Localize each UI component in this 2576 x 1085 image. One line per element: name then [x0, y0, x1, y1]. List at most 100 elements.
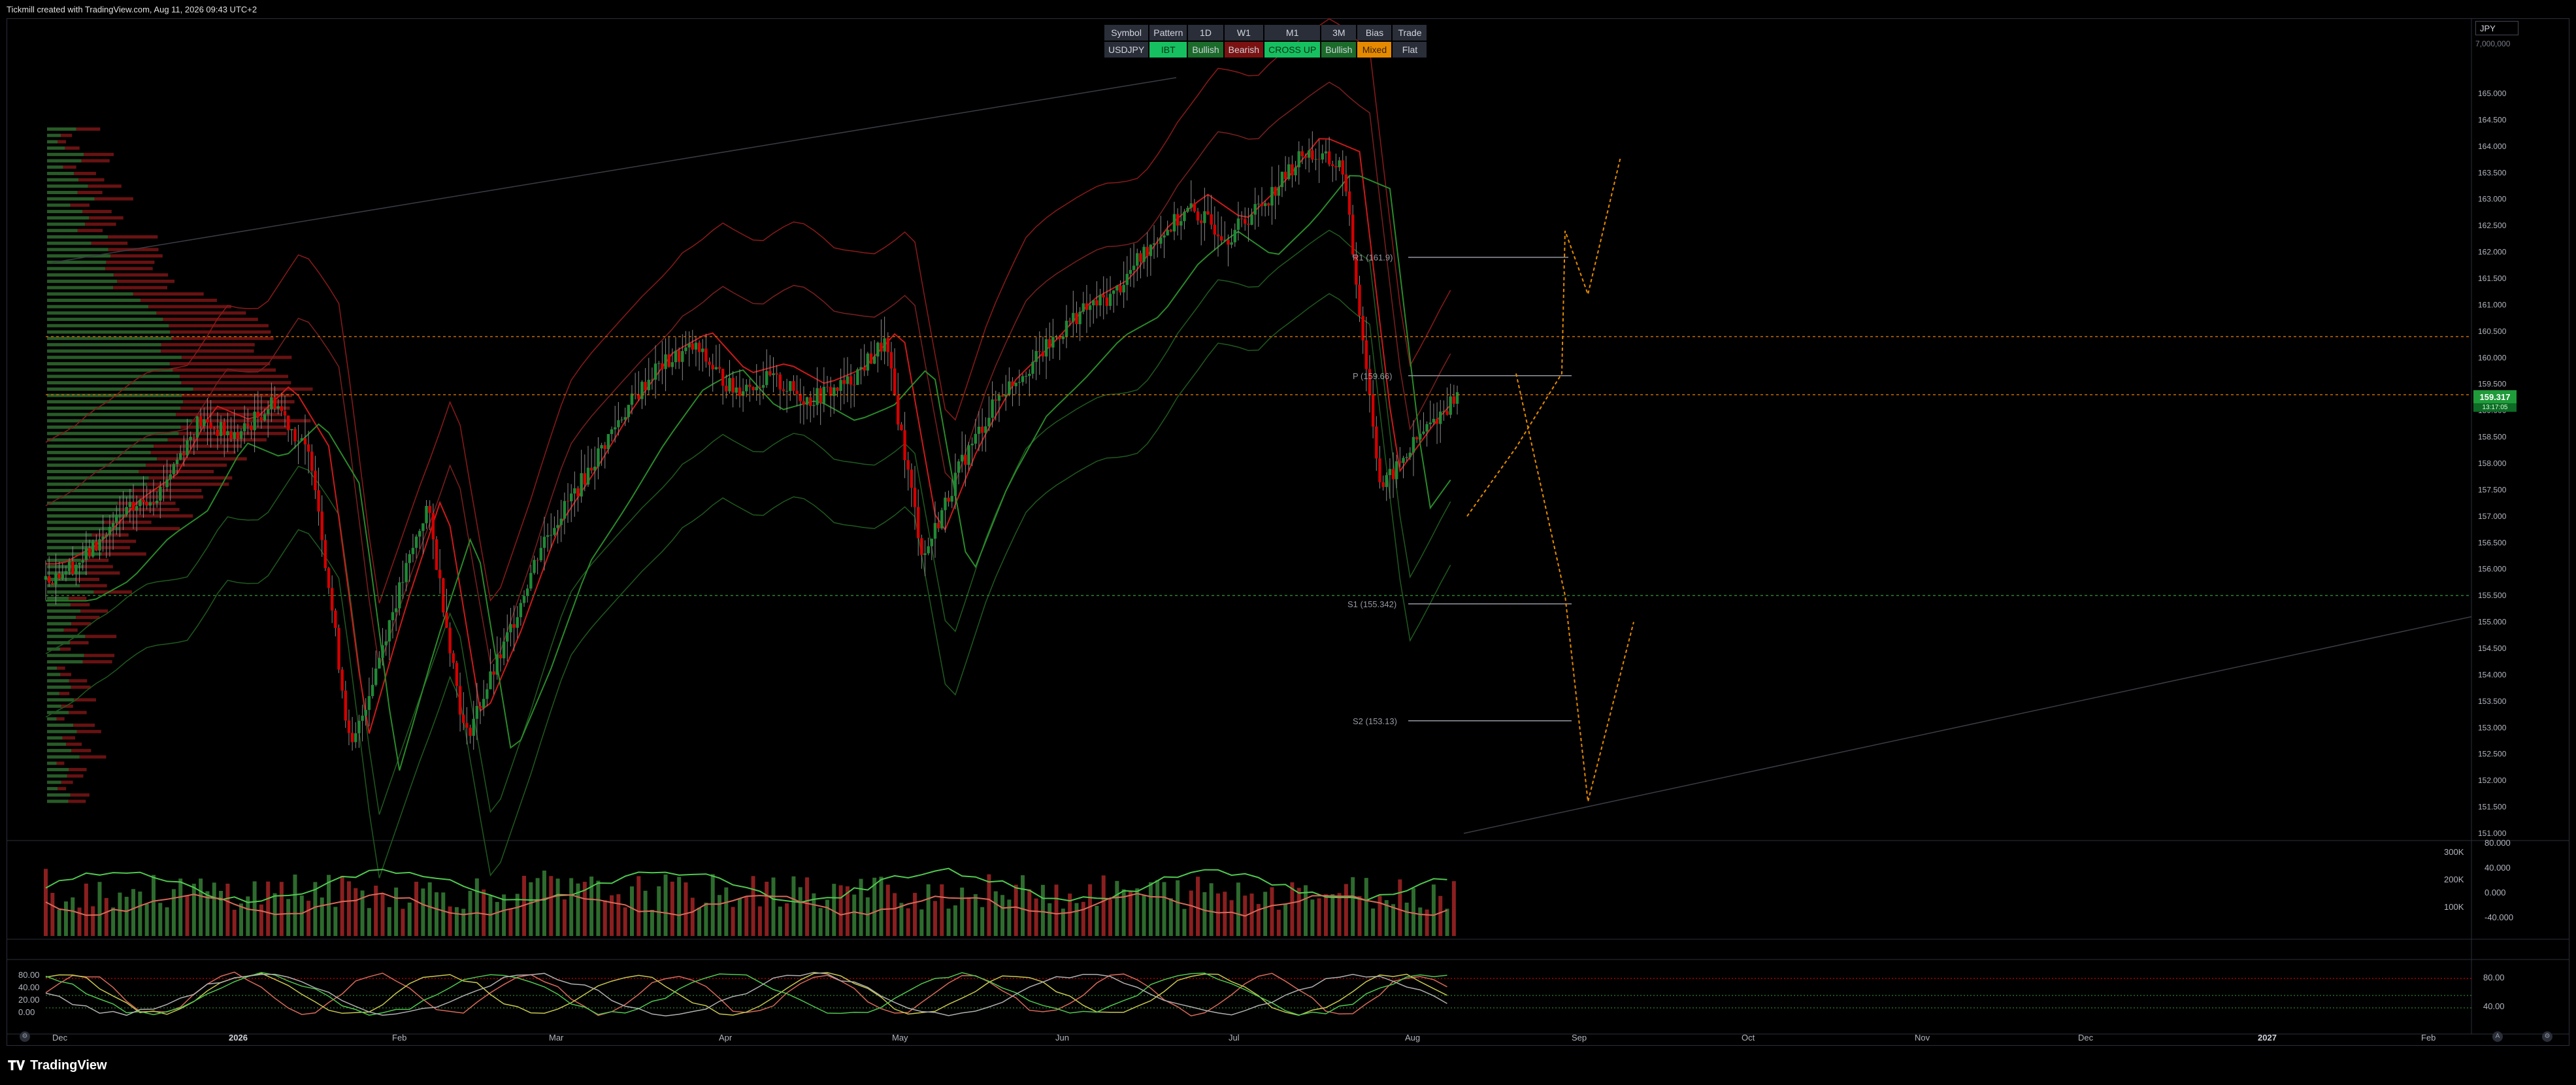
- volume-profile-bar-up: [47, 444, 154, 448]
- volume-profile-bar-up: [47, 400, 184, 404]
- volume-profile-bar-down: [191, 419, 311, 423]
- candle-body: [573, 488, 576, 494]
- volume-bar: [1270, 887, 1274, 936]
- volume-bar: [380, 893, 385, 936]
- volume-bar: [677, 876, 682, 936]
- candle-body: [792, 381, 795, 391]
- volume-bar: [1074, 903, 1079, 936]
- volume-bar: [482, 889, 486, 936]
- volume-bar: [252, 881, 257, 936]
- volume-bar: [710, 874, 715, 936]
- price-tick-label: 154.500: [2478, 644, 2507, 653]
- volume-profile-bar-down: [147, 482, 229, 486]
- volume-bar: [1229, 900, 1234, 936]
- candle-body: [1021, 376, 1025, 382]
- volume-bar: [138, 892, 142, 936]
- candle-body: [303, 438, 307, 444]
- candle-body: [1236, 218, 1240, 230]
- candle-body: [172, 464, 176, 475]
- candle-body: [897, 395, 900, 425]
- candle-body: [425, 506, 428, 524]
- volume-profile-bar-up: [47, 679, 69, 683]
- moving-average-fast: [46, 138, 1451, 734]
- pivot-level-label: R1 (161.9): [1353, 253, 1393, 263]
- candle-body: [71, 561, 74, 575]
- candle-body: [1082, 303, 1085, 312]
- candle-body: [856, 369, 859, 385]
- candle-body: [893, 368, 897, 395]
- volume-profile-bar-up: [47, 165, 63, 169]
- volume-bar: [367, 908, 371, 936]
- candle-body: [189, 437, 192, 441]
- volume-bar: [225, 883, 230, 936]
- candle-body: [371, 684, 374, 697]
- volume-bar: [825, 899, 829, 936]
- candle-body: [933, 523, 937, 539]
- chart-canvas[interactable]: 165.000 164.500 164.000 163.500 163.000 162.5…: [0, 0, 2576, 1085]
- settings-icon[interactable]: ⚙: [2542, 1031, 2552, 1042]
- candle-body: [67, 561, 71, 571]
- candle-body: [1038, 351, 1041, 352]
- volume-profile-bar-down: [69, 679, 88, 683]
- tv-logo-icon: 𝐓𝐕: [8, 1058, 25, 1073]
- candle-body: [58, 573, 61, 579]
- candle-body: [940, 510, 944, 529]
- volume-profile-bar-up: [47, 203, 71, 207]
- volume-bar: [885, 884, 890, 936]
- volume-profile-bar-down: [163, 318, 258, 322]
- candle-body: [1149, 244, 1153, 256]
- candle-body: [816, 388, 819, 405]
- volume-profile-bar-up: [47, 780, 61, 784]
- candle-body: [340, 669, 344, 691]
- volume-bar: [966, 897, 971, 936]
- currency-selector[interactable]: JPY: [2475, 21, 2518, 35]
- volume-bar: [980, 907, 985, 936]
- candle-body: [1283, 171, 1287, 179]
- oscillator2-axis-label-right: 40.00: [2483, 1001, 2505, 1011]
- auto-scale-icon[interactable]: A: [2492, 1031, 2503, 1042]
- candle-body: [563, 501, 567, 519]
- candle-body: [785, 391, 789, 392]
- volume-profile-bar-down: [70, 203, 90, 207]
- tv-logo-text: TradingView: [30, 1058, 107, 1073]
- volume-bar: [718, 895, 722, 936]
- volume-profile-bar-down: [62, 736, 76, 740]
- price-tick-label: 161.500: [2478, 274, 2507, 283]
- value-m1: CROSS UP: [1264, 42, 1321, 58]
- candle-body: [111, 522, 115, 527]
- candle-body: [533, 559, 536, 573]
- volume-profile-bar-down: [167, 438, 267, 442]
- volume-bar: [1330, 894, 1335, 936]
- candle-body: [280, 406, 284, 411]
- volume-bar: [266, 881, 271, 936]
- tradingview-logo[interactable]: 𝐓𝐕 TradingView: [8, 1058, 107, 1073]
- candle-body: [246, 423, 250, 426]
- candle-body: [1172, 214, 1176, 232]
- timezone-icon[interactable]: ⚙: [20, 1031, 30, 1042]
- volume-profile-bar-down: [169, 361, 271, 365]
- candle-body: [1186, 207, 1189, 212]
- candle-body: [239, 431, 243, 439]
- volume-profile-bar-down: [105, 267, 153, 271]
- candle-body: [148, 502, 152, 506]
- candle-body: [570, 493, 573, 502]
- volume-profile-bar-up: [47, 222, 86, 226]
- candle-body: [47, 576, 51, 583]
- volume-bar: [104, 897, 108, 936]
- volume-bar: [778, 907, 782, 936]
- volume-profile-bar-up: [47, 628, 64, 632]
- candle-body: [809, 397, 812, 407]
- volume-bar: [279, 882, 284, 936]
- candle-body: [1223, 239, 1227, 241]
- candle-body: [495, 654, 499, 675]
- volume-bar: [785, 903, 789, 936]
- candle-body: [1442, 411, 1445, 412]
- candle-body: [1388, 469, 1392, 475]
- volume-bar: [91, 906, 95, 936]
- volume-bar: [549, 876, 553, 936]
- volume-bar: [495, 901, 499, 936]
- candle-body: [388, 620, 391, 642]
- volume-axis-top-label: 7,000,000: [2475, 39, 2511, 48]
- candle-body: [263, 414, 267, 421]
- volume-bar: [1048, 903, 1052, 936]
